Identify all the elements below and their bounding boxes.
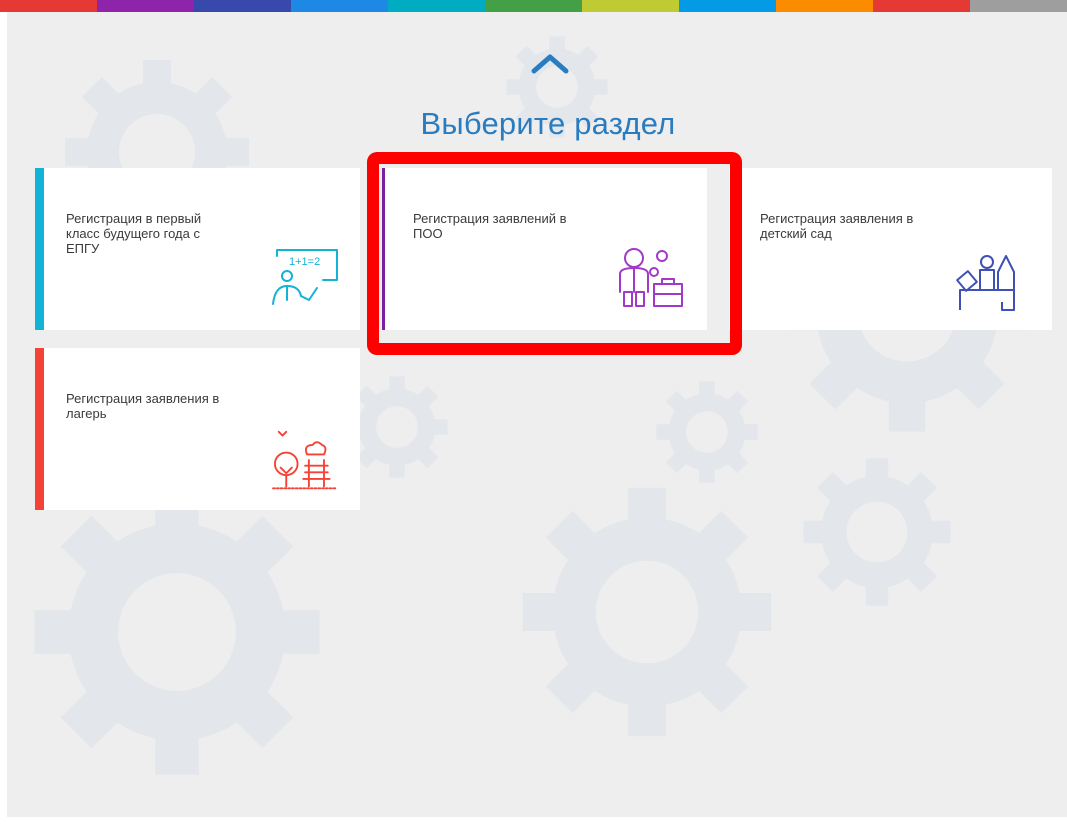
stripe-segment [679,0,776,12]
card-label: Регистрация заявления в лагерь [66,391,220,421]
stripe-segment [0,0,97,12]
card-kindergarten[interactable]: Регистрация заявления в детский сад [729,168,1052,330]
stripe-segment [485,0,582,12]
card-first-grade-epgu[interactable]: Регистрация в первый класс будущего года… [35,168,360,330]
card-camp[interactable]: Регистрация заявления в лагерь [35,348,360,510]
bottom-border [7,817,1067,830]
teacher-board-icon: 1+1=2 [272,249,338,305]
toy-blocks-icon [956,255,1015,311]
stripe-segment [776,0,873,12]
card-poo-applications[interactable]: Регистрация заявлений в ПОО [382,168,707,330]
stripe-segment [194,0,291,12]
card-label: Регистрация в первый класс будущего года… [66,211,202,256]
section-chooser: Выберите раздел Регистрация в первый кла… [7,12,1067,817]
stripe-segment [388,0,485,12]
stripe-segment [873,0,970,12]
worker-gears-icon [619,248,683,307]
svg-text:1+1=2: 1+1=2 [289,256,320,268]
chevron-up-icon[interactable] [528,49,572,75]
park-bench-icon [272,430,339,490]
card-accent-bar [382,168,385,330]
stripe-segment [582,0,679,12]
card-accent-bar [35,348,44,510]
stripe-segment [291,0,388,12]
stripe-segment [970,0,1067,12]
stripe-segment [97,0,194,12]
page-title: Выберите раздел [420,106,676,141]
card-label: Регистрация заявлений в ПОО [413,211,567,241]
card-label: Регистрация заявления в детский сад [760,211,914,241]
color-stripe [0,0,1067,12]
card-accent-bar [35,168,44,330]
